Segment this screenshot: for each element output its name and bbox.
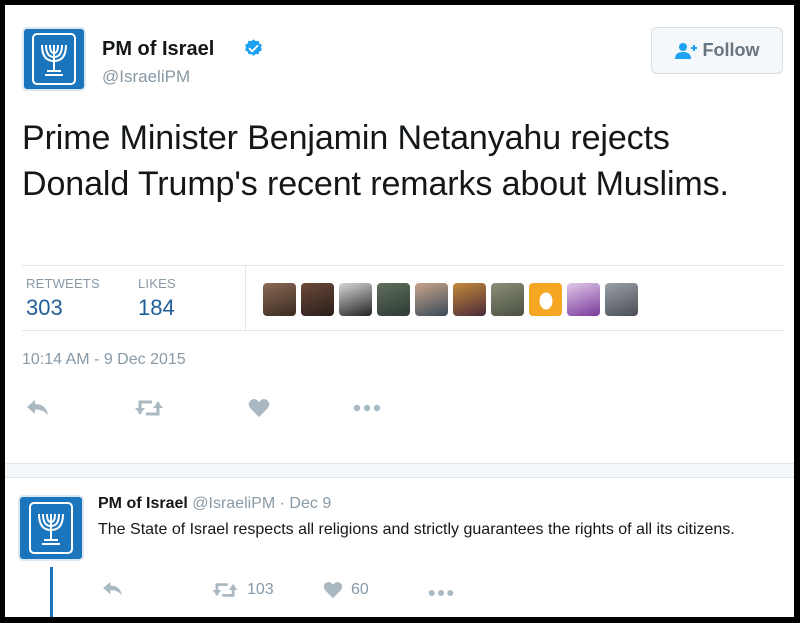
reply-retweet-button[interactable]: 103 [211,581,274,599]
liker-avatar[interactable] [491,283,524,316]
follow-label: Follow [702,40,760,60]
conversation-separator [5,463,794,478]
add-user-icon [674,42,697,59]
liker-avatar[interactable] [567,283,600,316]
like-icon[interactable] [248,398,270,418]
liker-avatar[interactable] [453,283,486,316]
menorah-emblem-icon [29,502,73,554]
follow-button[interactable]: Follow [651,27,783,74]
reply-avatar[interactable] [18,495,84,561]
reply-separator-dot: · [279,495,285,512]
reply-author-name[interactable]: PM of Israel [98,495,188,512]
reply-actions: 103 60 [98,581,498,605]
retweets-stat[interactable]: RETWEETS 303 [26,276,100,321]
author-handle[interactable]: @IsraeliPM [102,67,190,87]
more-icon[interactable] [353,404,381,412]
retweet-icon [212,583,238,597]
reply-retweet-count: 103 [247,581,274,598]
reply-like-button[interactable]: 60 [323,581,369,599]
liker-avatar[interactable] [339,283,372,316]
reply-icon[interactable] [26,399,50,417]
like-icon [323,581,343,599]
profile-avatar[interactable] [22,27,86,91]
retweet-icon[interactable] [134,398,164,418]
liker-avatar[interactable] [263,283,296,316]
reply-date[interactable]: Dec 9 [289,495,331,512]
reply-author-handle[interactable]: @IsraeliPM [192,495,275,512]
egg-icon [539,292,552,309]
liker-avatar[interactable] [301,283,334,316]
likes-count: 184 [138,295,175,320]
reply-text: The State of Israel respects all religio… [98,521,735,538]
liker-avatar[interactable] [605,283,638,316]
liker-avatar[interactable] [415,283,448,316]
likes-stat[interactable]: LIKES 184 [138,276,176,321]
more-icon [428,590,454,596]
reply-like-count: 60 [351,581,369,598]
likes-label: LIKES [138,276,176,291]
tweet-screenshot: PM of Israel @IsraeliPM Follow Prime Min… [5,5,794,617]
default-egg-avatar[interactable] [529,283,562,316]
reply-more-button[interactable] [428,589,454,597]
retweets-label: RETWEETS [26,276,100,291]
stats-divider [245,266,246,330]
stats-bar: RETWEETS 303 LIKES 184 [22,265,784,331]
liker-avatar[interactable] [377,283,410,316]
reply-icon [103,581,122,596]
liker-avatars [263,283,638,316]
tweet-timestamp[interactable]: 10:14 AM - 9 Dec 2015 [22,351,186,369]
tweet-actions [22,390,442,420]
verified-badge-icon [245,39,262,56]
main-tweet: PM of Israel @IsraeliPM Follow Prime Min… [5,5,794,463]
tweet-text: Prime Minister Benjamin Netanyahu reject… [22,119,729,203]
retweets-count: 303 [26,295,63,320]
author-name[interactable]: PM of Israel [102,38,214,61]
reply-reply-button[interactable] [102,581,124,597]
thread-line [50,567,53,617]
menorah-emblem-icon [32,33,76,85]
reply-header: PM of Israel @IsraeliPM · Dec 9 [98,495,331,513]
